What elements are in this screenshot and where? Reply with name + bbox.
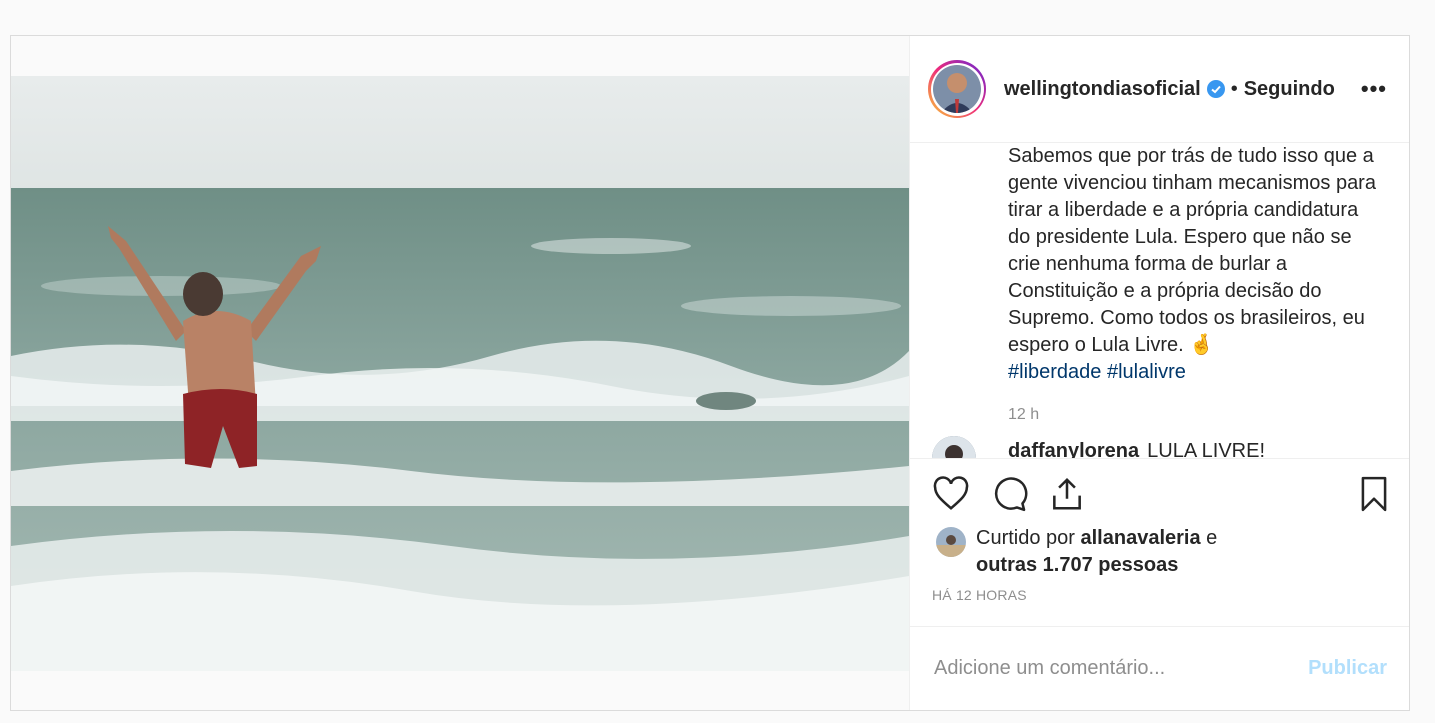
verified-icon <box>1206 80 1225 98</box>
comments-area[interactable]: Sabemos que por trás de tudo isso que a … <box>910 143 1409 459</box>
post-header: wellingtondiasoficial • Seguindo ••• <box>910 36 1409 143</box>
caption: Sabemos que por trás de tudo isso que a … <box>1008 143 1380 386</box>
avatar-image <box>933 65 981 113</box>
share-icon[interactable] <box>1048 475 1086 513</box>
caption-time: 12 h <box>1008 406 1040 423</box>
bookmark-icon[interactable] <box>1355 475 1393 513</box>
post-sidebar: wellingtondiasoficial • Seguindo ••• Sab… <box>910 36 1409 710</box>
hashtag-link[interactable]: #lulalivre <box>1107 361 1186 383</box>
comment-text: LULA LIVRE! <box>1147 440 1265 459</box>
separator-dot: • <box>1230 77 1238 100</box>
comment-item: daffanylorena LULA LIVRE! <box>932 436 1265 459</box>
liker-avatar[interactable] <box>936 527 966 557</box>
likes-count[interactable]: outras 1.707 pessoas <box>976 554 1178 576</box>
story-ring[interactable] <box>928 60 986 118</box>
heart-icon[interactable] <box>932 475 970 513</box>
more-options-icon[interactable]: ••• <box>1361 76 1387 102</box>
post-username[interactable]: wellingtondiasoficial <box>1004 78 1201 101</box>
comment-form: Publicar <box>910 626 1409 710</box>
commenter-username[interactable]: daffanylorena <box>1008 440 1139 458</box>
photo-beach-scene <box>11 76 909 671</box>
comment-input[interactable] <box>932 656 1309 681</box>
likes-section: Curtido por allanavaleria e outras 1.707… <box>910 525 1409 579</box>
publish-button[interactable]: Publicar <box>1308 657 1387 680</box>
caption-text: Sabemos que por trás de tudo isso que a … <box>1008 145 1376 356</box>
post-photo[interactable] <box>11 76 909 671</box>
post-card: wellingtondiasoficial • Seguindo ••• Sab… <box>10 35 1410 711</box>
liker-username[interactable]: allanavaleria <box>1081 527 1201 549</box>
comment-icon[interactable] <box>990 475 1028 513</box>
hashtag-link[interactable]: #liberdade <box>1008 361 1101 383</box>
likes-text: Curtido por allanavaleria e outras 1.707… <box>976 527 1218 576</box>
action-bar <box>910 459 1409 529</box>
post-timestamp[interactable]: HÁ 12 HORAS <box>910 579 1409 611</box>
commenter-avatar[interactable] <box>932 436 976 458</box>
post-media <box>11 36 910 710</box>
following-button[interactable]: Seguindo <box>1244 78 1335 101</box>
avatar[interactable] <box>933 65 981 113</box>
